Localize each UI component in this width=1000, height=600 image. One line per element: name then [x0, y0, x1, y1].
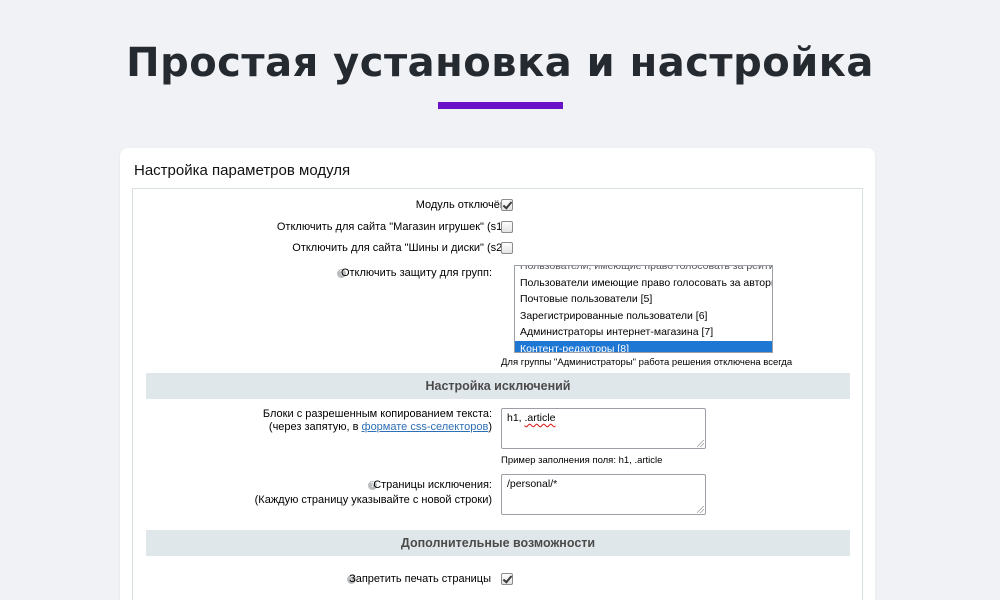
disable-print-checkbox[interactable] — [501, 573, 513, 585]
list-item[interactable]: Почтовые пользователи [5] — [515, 291, 772, 308]
exclusion-pages-value: /personal/* — [507, 478, 558, 490]
disable-site-s1-label: Отключить для сайта "Магазин игрушек" (s… — [276, 221, 509, 233]
copy-blocks-sublabel-suffix: ) — [488, 421, 492, 433]
section-header-exceptions: Настройка исключений — [146, 373, 850, 399]
copy-blocks-textarea[interactable]: h1, .article — [501, 408, 706, 449]
disable-site-s2-checkbox[interactable] — [501, 242, 513, 254]
list-item[interactable]: Зарегистрированные пользователи [6] — [515, 308, 772, 325]
list-item[interactable]: Контент-редакторы [8] — [515, 340, 772, 352]
disable-print-label: Запретить печать страницы — [349, 573, 491, 585]
disable-groups-label: Отключить защиту для групп: — [340, 267, 492, 279]
groups-listbox[interactable]: Пользователи, имеющие право голосовать з… — [514, 265, 773, 353]
hero-title: Простая установка и настройка — [126, 40, 874, 86]
hero-underline — [438, 102, 563, 109]
settings-card: Настройка параметров модуля Модуль отклю… — [120, 148, 875, 600]
module-disabled-label: Модуль отключён: — [415, 199, 509, 211]
card-title: Настройка параметров модуля — [134, 162, 351, 179]
disable-site-s1-checkbox[interactable] — [501, 221, 513, 233]
copy-blocks-value-part1: h1, — [507, 412, 525, 424]
exclusion-pages-textarea[interactable]: /personal/* — [501, 474, 706, 515]
exclusion-pages-sublabel: (Каждую страницу указывайте с новой стро… — [254, 494, 492, 506]
css-selector-format-link[interactable]: формате css-селекторов — [362, 421, 489, 433]
groups-note: Для группы "Администраторы" работа решен… — [501, 357, 793, 368]
copy-blocks-example: Пример заполнения поля: h1, .article — [501, 455, 663, 466]
section-header-extra: Дополнительные возможности — [146, 530, 850, 556]
settings-panel: Модуль отключён: Отключить для сайта "Ма… — [132, 188, 863, 600]
resize-grip[interactable] — [697, 506, 704, 513]
copy-blocks-sublabel: (через запятую, в формате css-селекторов… — [269, 420, 492, 435]
list-item[interactable]: Пользователи имеющие право голосовать за… — [515, 275, 772, 292]
resize-grip[interactable] — [697, 440, 704, 447]
exclusion-pages-label: Страницы исключения: — [373, 479, 492, 491]
list-item[interactable]: Пользователи, имеющие право голосовать з… — [515, 266, 772, 275]
list-item[interactable]: Администраторы интернет-магазина [7] — [515, 324, 772, 341]
copy-blocks-sublabel-prefix: (через запятую, в — [268, 421, 362, 433]
copy-blocks-value-part2: .article — [524, 412, 556, 424]
module-disabled-checkbox[interactable] — [501, 199, 513, 211]
disable-site-s2-label: Отключить для сайта "Шины и диски" (s2): — [292, 242, 509, 254]
